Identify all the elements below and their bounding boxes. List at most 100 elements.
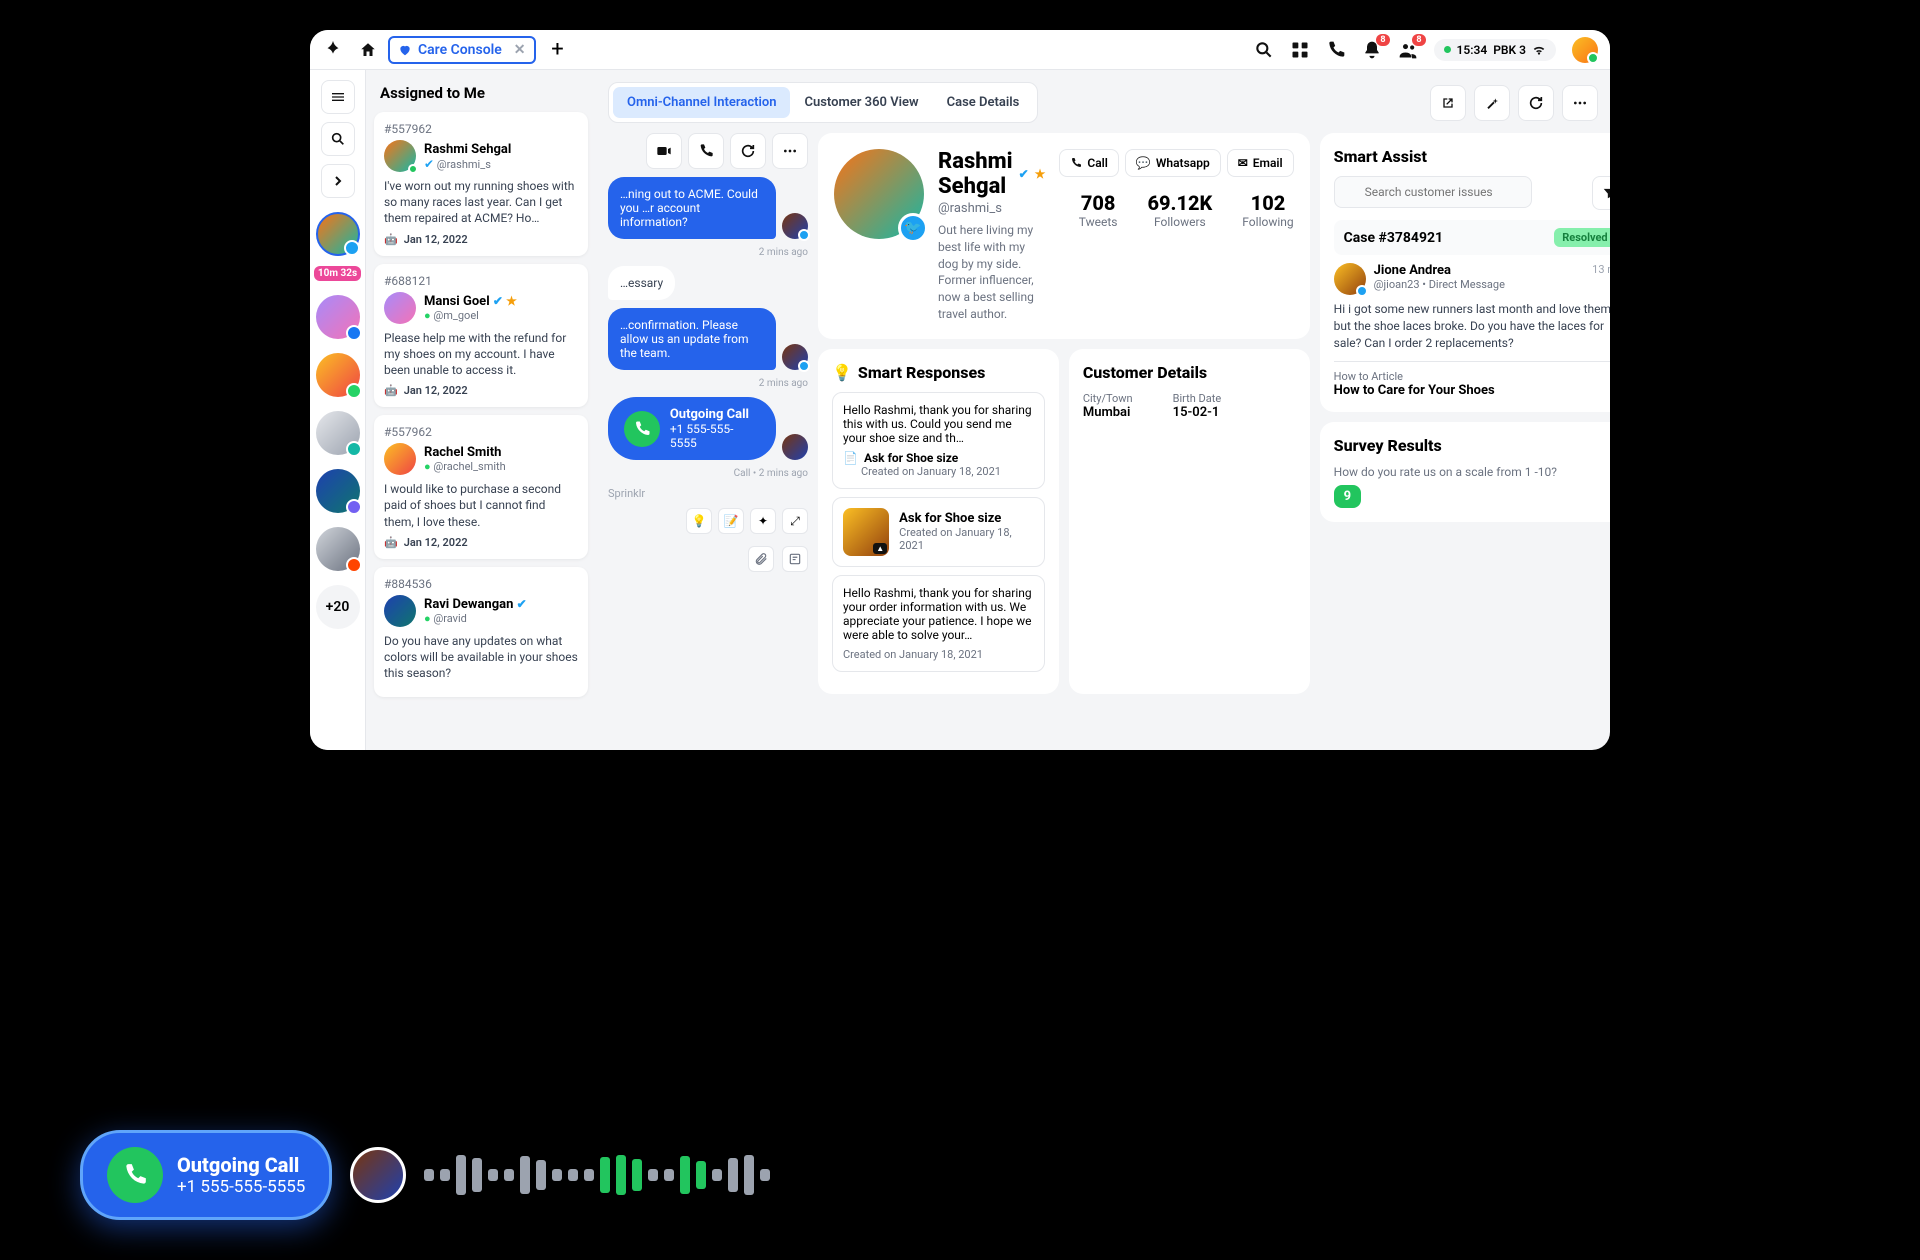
active-tab-chip[interactable]: Care Console ✕ — [388, 36, 536, 64]
whatsapp-icon: 💬 — [1136, 156, 1151, 170]
phone-icon — [122, 1162, 148, 1188]
twitter-overlay-icon: 🐦 — [898, 213, 928, 243]
template-button[interactable] — [782, 546, 808, 572]
template-icon — [788, 552, 802, 566]
status-workspace: PBK 3 — [1493, 43, 1526, 57]
expand-button[interactable]: ⤢ — [782, 508, 808, 534]
conversation-avatar[interactable] — [316, 527, 360, 571]
response-suggestion[interactable]: Hello Rashmi, thank you for sharing this… — [832, 392, 1045, 489]
notifications-button[interactable]: 8 — [1362, 40, 1382, 60]
heart-icon — [398, 43, 412, 57]
global-search-button[interactable] — [1254, 40, 1274, 60]
case-body: I've worn out my running shoes with so m… — [384, 178, 578, 227]
call-button[interactable] — [688, 133, 724, 169]
profile-avatar: 🐦 — [834, 149, 924, 239]
rail-search-button[interactable] — [321, 122, 355, 156]
call-message: Outgoing Call+1 555-555-5555 — [608, 397, 776, 460]
chat-more-button[interactable] — [772, 133, 808, 169]
close-tab-button[interactable]: ✕ — [514, 42, 526, 58]
call-icon-circle — [624, 411, 660, 447]
case-card[interactable]: #688121 Mansi Goel ✔ ★● @m_goel Please h… — [374, 264, 588, 408]
user-avatar[interactable] — [1572, 37, 1598, 63]
more-conversations[interactable]: +20 — [316, 585, 360, 629]
pop-out-button[interactable] — [1430, 85, 1466, 121]
add-tab-button[interactable]: + — [544, 36, 572, 64]
case-card[interactable]: #557962 Rachel Smith● @rachel_smith I wo… — [374, 415, 588, 559]
status-pill[interactable]: 15:34 PBK 3 — [1434, 39, 1556, 61]
waveform — [424, 1155, 770, 1195]
profile-name: Rashmi Sehgal — [938, 149, 1013, 199]
people-badge: 8 — [1412, 34, 1425, 46]
refresh-chat-button[interactable] — [730, 133, 766, 169]
case-body: Please help me with the refund for my sh… — [384, 330, 578, 379]
case-avatar — [384, 140, 416, 172]
conversation-avatar[interactable] — [316, 295, 360, 339]
response-suggestion[interactable]: Ask for Shoe sizeCreated on January 18, … — [832, 497, 1045, 567]
assist-user-name: Jione Andrea — [1374, 263, 1585, 278]
call-title: Outgoing Call — [670, 407, 760, 422]
incoming-message: …essary — [608, 266, 675, 300]
people-button[interactable]: 8 — [1398, 40, 1418, 60]
magic-button[interactable] — [1474, 85, 1510, 121]
conversation-avatar[interactable] — [316, 469, 360, 513]
more-button[interactable] — [1562, 85, 1598, 121]
float-call-title: Outgoing Call — [177, 1153, 305, 1177]
conversation-avatar[interactable] — [316, 353, 360, 397]
notes-button[interactable]: 📝 — [718, 508, 744, 534]
home-button[interactable] — [354, 36, 382, 64]
brand-button[interactable]: ✦ — [750, 508, 776, 534]
tab-label: Care Console — [418, 42, 502, 58]
tab-case[interactable]: Case Details — [933, 87, 1034, 118]
case-card[interactable]: #884536 Ravi Dewangan ✔● @ravid Do you h… — [374, 567, 588, 698]
conversation-avatar-active[interactable] — [316, 212, 360, 256]
email-contact-button[interactable]: ✉Email — [1227, 149, 1294, 177]
refresh-icon — [740, 143, 756, 159]
side-area: Smart Assist Case #3784921 Resolved Jion… — [1320, 133, 1610, 738]
assist-filter-button[interactable] — [1592, 176, 1610, 210]
survey-card: Survey Results How do you rate us on a s… — [1320, 422, 1610, 522]
survey-question: How do you rate us on a scale from 1 -10… — [1334, 465, 1610, 479]
phone-icon — [1070, 157, 1082, 169]
menu-button[interactable] — [321, 80, 355, 114]
case-card[interactable]: #557962 Rashmi Sehgal✔ @rashmi_s I've wo… — [374, 112, 588, 256]
whatsapp-contact-button[interactable]: 💬Whatsapp — [1125, 149, 1221, 177]
following-count: 102 — [1242, 191, 1293, 215]
verified-icon: ✔ — [1019, 167, 1029, 181]
apps-button[interactable] — [1290, 40, 1310, 60]
conversation-avatar[interactable] — [316, 411, 360, 455]
dialer-button[interactable] — [1326, 40, 1346, 60]
tab-c360[interactable]: Customer 360 View — [790, 87, 932, 118]
customer-details-card: Customer Details City/TownMumbai Birth D… — [1069, 349, 1310, 694]
search-icon — [1254, 40, 1274, 60]
panel-title: Assigned to Me — [374, 80, 588, 112]
assist-search-input[interactable] — [1334, 176, 1532, 208]
whatsapp-icon: ● — [424, 612, 431, 625]
video-button[interactable] — [646, 133, 682, 169]
floating-call-pill[interactable]: Outgoing Call+1 555-555-5555 — [80, 1130, 332, 1220]
tab-omni[interactable]: Omni-Channel Interaction — [613, 87, 790, 118]
attach-button[interactable] — [748, 546, 774, 572]
survey-score: 9 — [1334, 485, 1361, 508]
float-call-number: +1 555-555-5555 — [177, 1177, 305, 1197]
rail-expand-button[interactable] — [321, 164, 355, 198]
bot-icon: 🤖 — [384, 233, 398, 246]
whatsapp-icon: ● — [424, 460, 431, 473]
float-call-avatar — [350, 1147, 406, 1203]
call-icon-circle — [107, 1147, 163, 1203]
assist-user-avatar — [1334, 263, 1366, 295]
suggest-button[interactable]: 💡 — [686, 508, 712, 534]
case-id: #557962 — [384, 122, 578, 136]
call-contact-button[interactable]: Call — [1059, 149, 1119, 177]
status-badge: Resolved — [1554, 228, 1610, 247]
popout-icon — [1440, 95, 1456, 111]
filter-icon — [1602, 186, 1610, 200]
app-window: Care Console ✕ + 8 8 15:3 — [310, 30, 1610, 750]
refresh-button[interactable] — [1518, 85, 1554, 121]
assist-time: 13 min — [1592, 263, 1610, 295]
agent-avatar — [782, 344, 808, 370]
verified-icon: ✔ — [517, 597, 527, 611]
response-suggestion[interactable]: Hello Rashmi, thank you for sharing your… — [832, 575, 1045, 672]
howto-title[interactable]: How to Care for Your Shoes — [1334, 383, 1610, 398]
email-icon: ✉ — [1238, 156, 1248, 170]
refresh-icon — [1528, 95, 1544, 111]
